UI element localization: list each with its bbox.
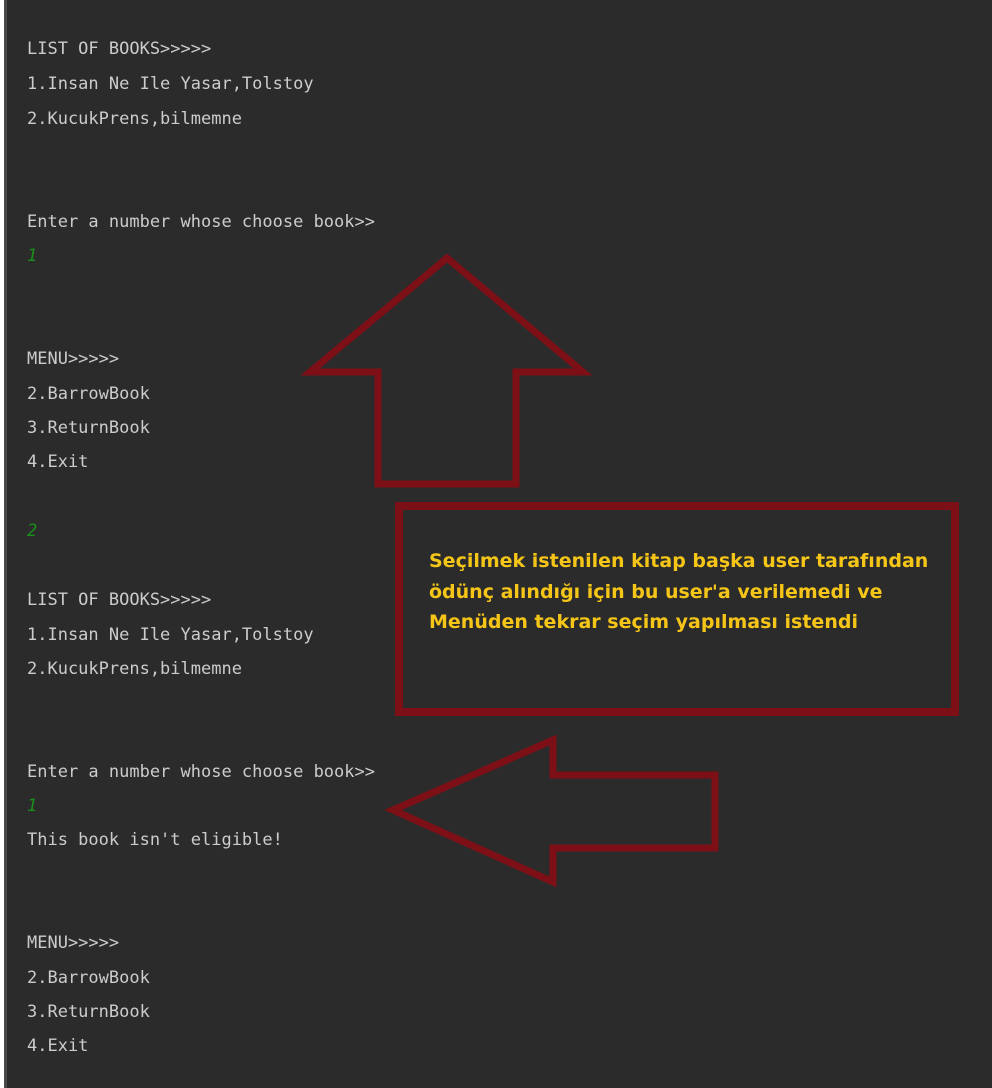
console-line-menu-return: 3.ReturnBook (27, 1002, 150, 1022)
console-line-error-message: This book isn't eligible! (27, 830, 283, 850)
console-line-user-input: 1 (27, 246, 38, 266)
console-line-book-2: 2.KucukPrens,bilmemne (27, 109, 242, 129)
console-line-user-input: 2 (27, 521, 38, 541)
console-line-menu-borrow: 2.BarrowBook (27, 968, 150, 988)
screenshot-page: LIST OF BOOKS>>>>> 1.Insan Ne Ile Yasar,… (0, 0, 992, 1088)
console-line-menu-header: MENU>>>>> (27, 349, 120, 369)
annotation-note-text: Seçilmek istenilen kitap başka user tara… (429, 550, 929, 633)
console-line-menu-header: MENU>>>>> (27, 933, 120, 953)
console-line-user-input: 1 (27, 796, 38, 816)
console-line-book-2: 2.KucukPrens,bilmemne (27, 659, 242, 679)
annotation-callout-box: Seçilmek istenilen kitap başka user tara… (395, 502, 959, 716)
console-line-menu-borrow: 2.BarrowBook (27, 384, 150, 404)
console-line-menu-exit: 4.Exit (27, 452, 89, 472)
console-line-menu-exit: 4.Exit (27, 1036, 89, 1056)
console-line-list-header: LIST OF BOOKS>>>>> (27, 39, 212, 59)
console-line-book-1: 1.Insan Ne Ile Yasar,Tolstoy (27, 625, 314, 645)
console-line-prompt: Enter a number whose choose book>> (27, 762, 375, 782)
console-line-book-1: 1.Insan Ne Ile Yasar,Tolstoy (27, 74, 314, 94)
console-line-menu-return: 3.ReturnBook (27, 418, 150, 438)
console-line-list-header: LIST OF BOOKS>>>>> (27, 590, 212, 610)
console-line-prompt: Enter a number whose choose book>> (27, 212, 375, 232)
